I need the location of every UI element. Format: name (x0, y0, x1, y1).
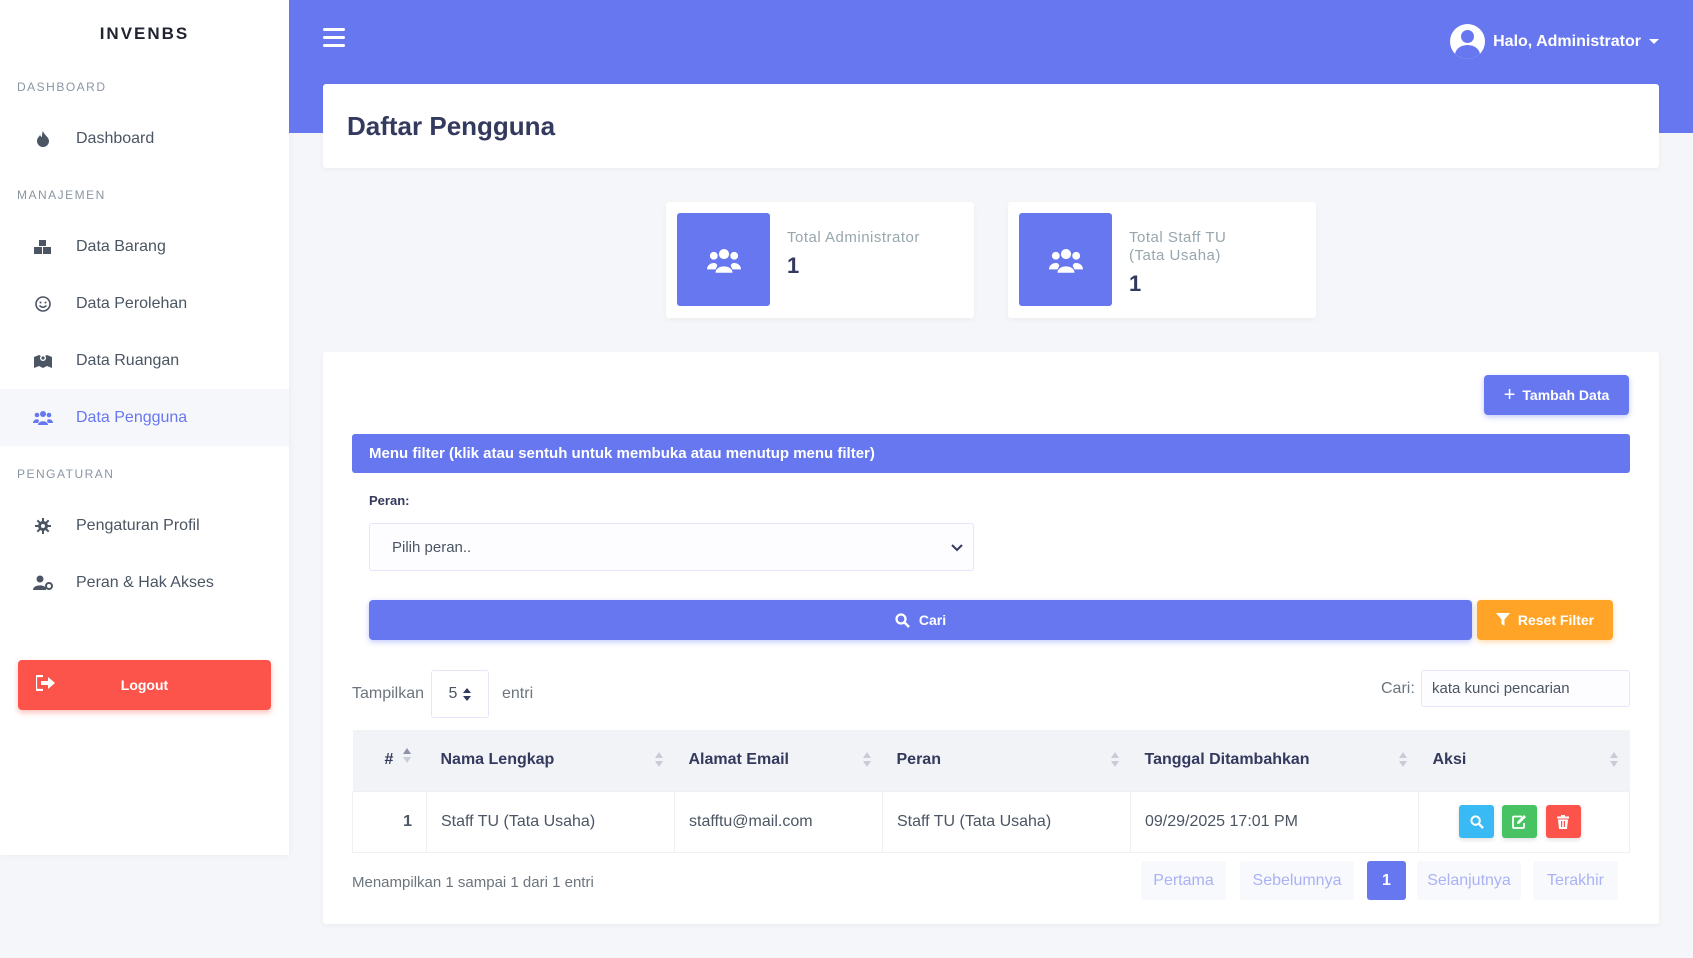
page-next-button[interactable]: Selanjutnya (1417, 861, 1521, 900)
cell-role: Staff TU (Tata Usaha) (882, 790, 1131, 853)
column-header-actions[interactable]: Aksi (1419, 730, 1630, 791)
role-select[interactable]: Pilih peran.. (369, 523, 974, 571)
sidebar-item-label: Data Ruangan (76, 351, 180, 369)
edit-icon (1512, 814, 1527, 829)
search-button[interactable]: Cari (369, 600, 1472, 640)
show-entries-label: Tampilkan (352, 685, 425, 702)
sidebar-item-data-ruangan[interactable]: Data Ruangan (0, 332, 289, 389)
sidebar-item-data-barang[interactable]: Data Barang (0, 218, 289, 275)
role-select-value: Pilih peran.. (392, 538, 472, 556)
sidebar-item-pengaturan-profil[interactable]: Pengaturan Profil (0, 497, 289, 554)
sidebar-item-data-perolehan[interactable]: Data Perolehan (0, 275, 289, 332)
column-header-date[interactable]: Tanggal Ditambahkan (1131, 730, 1419, 791)
plus-icon: + (1503, 384, 1516, 406)
trash-icon (1557, 814, 1570, 829)
sidebar-item-label: Pengaturan Profil (76, 516, 200, 534)
page-prev-button[interactable]: Sebelumnya (1240, 861, 1354, 900)
cell-actions (1418, 790, 1630, 853)
chevron-down-icon (951, 539, 963, 556)
reset-filter-button[interactable]: Reset Filter (1477, 600, 1613, 640)
stat-label: Total Administrator (787, 229, 920, 246)
brand-logo[interactable]: INVENBS (0, 0, 289, 68)
cell-number: 1 (352, 790, 427, 853)
column-header-number[interactable]: # (353, 730, 427, 791)
add-data-label: Tambah Data (1522, 387, 1610, 403)
page-last-button[interactable]: Terakhir (1533, 861, 1618, 900)
table-info: Menampilkan 1 sampai 1 dari 1 entri (352, 874, 594, 891)
sidebar-item-label: Data Pengguna (76, 408, 188, 426)
user-cog-icon (32, 575, 54, 590)
sidebar-item-peran-hak-akses[interactable]: Peran & Hak Akses (0, 554, 289, 611)
sidebar-item-label: Dashboard (76, 129, 155, 147)
sort-icon (463, 687, 472, 701)
column-header-email[interactable]: Alamat Email (675, 730, 883, 791)
stat-label: Total Staff TU (Tata Usaha) (1129, 229, 1227, 264)
column-header-role[interactable]: Peran (883, 730, 1131, 791)
search-icon (1469, 814, 1484, 829)
stat-value: 1 (787, 253, 800, 278)
page-header: Daftar Pengguna (323, 84, 1659, 168)
sign-out-icon (34, 674, 56, 694)
page-title: Daftar Pengguna (347, 110, 556, 141)
delete-button[interactable] (1545, 805, 1581, 838)
cell-date: 09/29/2025 17:01 PM (1130, 790, 1419, 853)
column-header-name[interactable]: Nama Lengkap (427, 730, 675, 791)
section-title-pengaturan: PENGATURAN (17, 467, 115, 481)
sidebar: INVENBS DASHBOARD Dashboard MANAJEMEN Da… (0, 0, 289, 855)
view-button[interactable] (1459, 805, 1494, 838)
reset-filter-label: Reset Filter (1517, 612, 1595, 628)
page-length-value: 5 (448, 685, 458, 702)
map-icon (32, 353, 54, 368)
chevron-down-icon (1649, 39, 1659, 44)
filter-icon (1495, 613, 1510, 627)
gear-icon (32, 517, 54, 534)
cell-name: Staff TU (Tata Usaha) (426, 790, 675, 853)
table-search-label: Cari: (1381, 680, 1415, 697)
sidebar-item-label: Peran & Hak Akses (76, 573, 214, 591)
cell-email: stafftu@mail.com (674, 790, 883, 853)
sidebar-item-dashboard[interactable]: Dashboard (0, 110, 289, 167)
user-greeting: Halo, Administrator (1493, 32, 1641, 50)
menu-toggle-icon[interactable] (323, 28, 345, 50)
logout-button[interactable]: Logout (18, 660, 271, 710)
stat-card-administrator: Total Administrator 1 (666, 202, 974, 318)
sidebar-item-label: Data Barang (76, 237, 166, 255)
section-title-manajemen: MANAJEMEN (17, 188, 106, 202)
smile-icon (32, 295, 54, 312)
page-current-button[interactable]: 1 (1367, 861, 1406, 900)
page-length-select[interactable]: 5 (431, 670, 489, 718)
users-card: + Tambah Data Menu filter (klik atau sen… (323, 352, 1659, 924)
boxes-icon (32, 239, 54, 254)
edit-button[interactable] (1502, 805, 1538, 838)
entries-label: entri (502, 685, 534, 702)
page-first-button[interactable]: Pertama (1141, 861, 1226, 900)
table-search-input[interactable] (1421, 670, 1630, 707)
user-menu[interactable]: Halo, Administrator (1450, 24, 1659, 59)
users-icon (1019, 213, 1112, 306)
add-data-button[interactable]: + Tambah Data (1484, 375, 1629, 415)
search-icon (895, 612, 910, 628)
section-title-dashboard: DASHBOARD (17, 80, 107, 94)
stat-card-staff-tu: Total Staff TU (Tata Usaha) 1 (1008, 202, 1316, 318)
filter-toggle-bar[interactable]: Menu filter (klik atau sentuh untuk memb… (352, 434, 1630, 473)
sidebar-item-label: Data Perolehan (76, 294, 188, 312)
users-icon (32, 410, 54, 425)
role-filter-label: Peran: (369, 493, 410, 508)
users-table: # Nama Lengkap Alamat Email Peran Tangga… (352, 730, 1630, 853)
users-icon (677, 213, 770, 306)
table-header-row: # Nama Lengkap Alamat Email Peran Tangga… (352, 730, 1630, 791)
sidebar-item-data-pengguna[interactable]: Data Pengguna (0, 389, 289, 446)
avatar (1450, 24, 1486, 59)
stat-value: 1 (1129, 271, 1142, 296)
fire-icon (32, 130, 54, 147)
search-button-label: Cari (918, 612, 947, 628)
table-row: 1 Staff TU (Tata Usaha) stafftu@mail.com… (352, 790, 1630, 853)
